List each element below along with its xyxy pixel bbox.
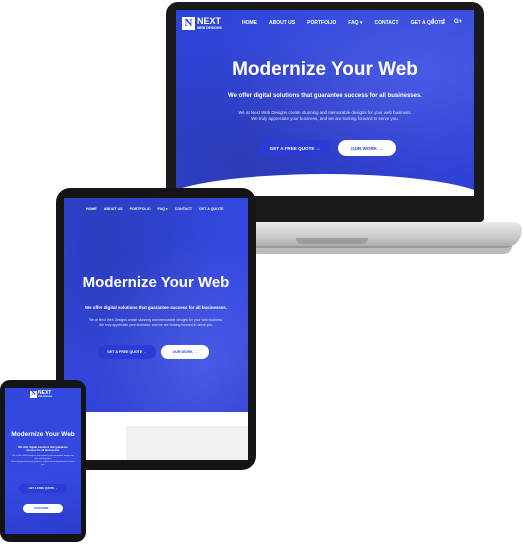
twitter-icon[interactable]: t [443, 19, 445, 25]
tablet-screen: HOME ABOUT US PORTFOLIO FAQ ▾ CONTACT GE… [64, 198, 248, 460]
our-work-button[interactable]: OUR WORK → [338, 140, 396, 156]
google-plus-icon[interactable]: G+ [454, 19, 462, 25]
logo-mark: N [182, 17, 195, 30]
logo-name: NEXT [197, 16, 222, 26]
hero-subtitle-line-2: success for all businesses. [26, 449, 60, 453]
nav-faq-label: FAQ [348, 20, 359, 26]
nav-portfolio[interactable]: PORTFOLIO [307, 20, 336, 26]
phone-screen: N NEXT WEB DESIGNS Modernize Your Web We… [5, 388, 81, 534]
nav-contact[interactable]: CONTACT [374, 20, 398, 26]
hero-subtitle: We offer digital solutions that guarante… [5, 446, 81, 453]
hero-body-line-2: We truly appreciate your business, and w… [11, 461, 75, 466]
nav-about[interactable]: ABOUT US [104, 207, 123, 211]
nav-home[interactable]: HOME [86, 207, 97, 211]
nav-faq-label: FAQ [157, 207, 165, 211]
hero-subtitle: We offer digital solutions that guarante… [228, 93, 422, 99]
nav-about[interactable]: ABOUT US [269, 20, 295, 26]
nav-home[interactable]: HOME [242, 20, 257, 26]
hero-subtitle: We offer digital solutions that guarante… [85, 305, 227, 310]
arrow-right-icon: → [378, 145, 383, 151]
get-free-quote-label: GET A FREE QUOTE [269, 145, 315, 151]
our-work-button[interactable]: OUR WORK → [161, 345, 209, 359]
get-free-quote-button[interactable]: GET A FREE QUOTE → [19, 484, 67, 493]
social-links: f t G+ [432, 19, 462, 25]
get-free-quote-button[interactable]: GET A FREE QUOTE → [98, 345, 156, 359]
nav-faq[interactable]: FAQ ▾ [348, 20, 362, 26]
facebook-icon[interactable]: f [432, 19, 434, 25]
site-logo[interactable]: N NEXT WEB DESIGNS [182, 17, 222, 30]
get-free-quote-button[interactable]: GET A FREE QUOTE → [259, 140, 331, 156]
content-card [126, 426, 248, 460]
hero-body-line-2: We truly appreciate your business, and w… [251, 116, 399, 121]
hero-title: Modernize Your Web [82, 274, 230, 291]
nav-portfolio[interactable]: PORTFOLIO [130, 207, 151, 211]
hero-background-photo [176, 10, 474, 196]
arrow-right-icon: → [315, 145, 321, 151]
logo-tagline: WEB DESIGNS [197, 26, 222, 30]
nav-contact[interactable]: CONTACT [175, 207, 192, 211]
hero-title: Modernize Your Web [232, 59, 418, 80]
get-free-quote-label: GET A FREE QUOTE [107, 350, 143, 354]
our-work-button[interactable]: OUR WORK → [23, 504, 63, 513]
nav-get-quote[interactable]: GET A QUOTE [199, 207, 224, 211]
nav-faq[interactable]: FAQ ▾ [158, 207, 168, 211]
site-logo[interactable]: N NEXT WEB DESIGNS [30, 391, 52, 398]
logo-tagline: WEB DESIGNS [38, 396, 53, 398]
arrow-right-icon: → [143, 350, 147, 354]
our-work-label: OUR WORK [33, 507, 49, 510]
our-work-label: OUR WORK [351, 145, 378, 151]
laptop-notch [296, 238, 368, 244]
hero-body-line-2: We truly appreciate your business, and w… [99, 323, 213, 327]
tablet-nav: HOME ABOUT US PORTFOLIO FAQ ▾ CONTACT GE… [86, 207, 224, 211]
laptop-screen: N NEXT WEB DESIGNS HOME ABOUT US PORTFOL… [176, 10, 474, 196]
main-nav: HOME ABOUT US PORTFOLIO FAQ ▾ CONTACT GE… [242, 20, 445, 26]
hero-title: Modernize Your Web [11, 431, 75, 438]
chevron-down-icon: ▾ [165, 207, 168, 211]
hero-body: We at Next Web Designs create stunning a… [11, 455, 75, 467]
arrow-right-icon: → [49, 507, 53, 510]
chevron-down-icon: ▾ [359, 20, 363, 26]
hero-body: We at Next Web Designs create stunning a… [74, 318, 238, 328]
get-free-quote-label: GET A FREE QUOTE [28, 487, 54, 490]
logo-mark: N [30, 391, 37, 398]
laptop-base-shadow [250, 246, 512, 254]
our-work-label: OUR WORK [172, 350, 193, 354]
hero-body: We at Next Web Designs create stunning a… [216, 110, 434, 122]
arrow-right-icon: → [54, 487, 58, 490]
arrow-right-icon: → [193, 350, 198, 354]
